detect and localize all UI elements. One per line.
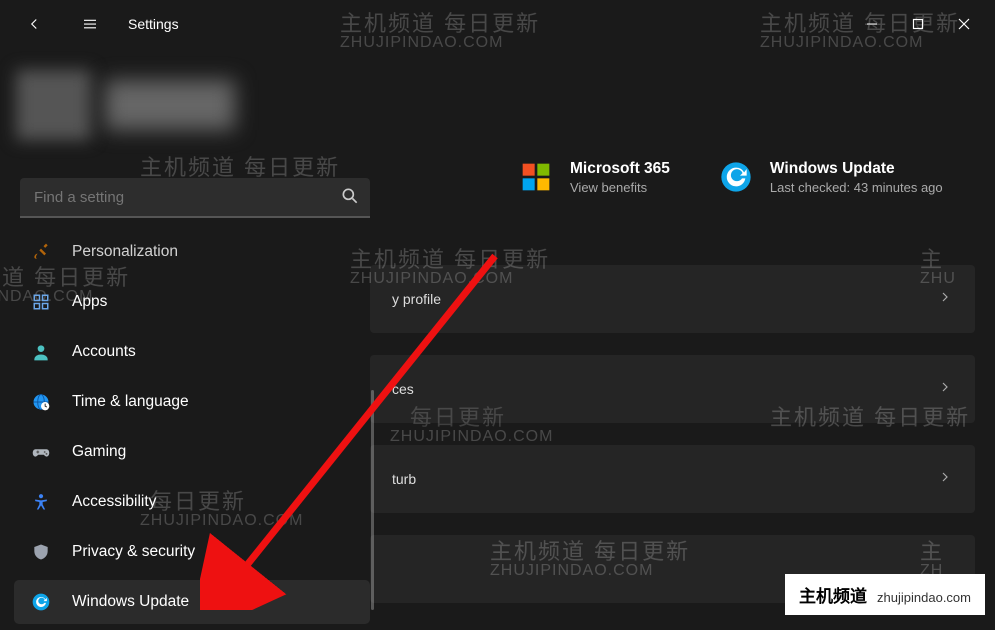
maximize-button[interactable] [895,6,941,42]
sidebar-item-accessibility[interactable]: Accessibility [14,480,370,524]
maximize-icon [912,18,924,30]
hamburger-icon [81,15,99,33]
titlebar: Settings [0,0,995,48]
brush-icon [30,241,52,263]
search-wrap [20,178,370,218]
apps-icon [30,291,52,313]
update-icon [30,591,52,613]
content-rows: y profile ces turb [370,265,975,603]
sidebar: Personalization Apps Accounts Time & lan… [14,230,370,630]
close-button[interactable] [941,6,987,42]
back-button[interactable] [16,6,52,42]
close-icon [958,18,970,30]
sidebar-item-privacy[interactable]: Privacy & security [14,530,370,574]
microsoft-logo-icon [520,161,554,195]
sidebar-item-personalization[interactable]: Personalization [14,230,370,274]
row-label: ces [392,381,414,397]
sidebar-item-time-language[interactable]: Time & language [14,380,370,424]
chevron-right-icon [937,379,953,400]
profile-area[interactable] [16,60,276,150]
page-title: Settings [128,16,179,32]
footer-en: zhujipindao.com [877,590,971,605]
tile-subtitle: View benefits [570,180,670,195]
arrow-left-icon [25,15,43,33]
sidebar-item-windows-update[interactable]: Windows Update [14,580,370,624]
settings-row[interactable]: ces [370,355,975,423]
profile-name [105,80,235,130]
settings-row[interactable]: turb [370,445,975,513]
tile-subtitle: Last checked: 43 minutes ago [770,180,943,195]
sidebar-item-label: Time & language [72,393,189,411]
minimize-icon [866,18,878,30]
tile-row: Microsoft 365 View benefits Windows Upda… [370,150,975,225]
footer-credit: 主机频道 zhujipindao.com [785,574,985,615]
tile-title: Windows Update [770,160,943,178]
sidebar-item-label: Accessibility [72,493,156,511]
avatar [16,70,91,140]
sidebar-item-gaming[interactable]: Gaming [14,430,370,474]
sidebar-item-apps[interactable]: Apps [14,280,370,324]
sidebar-item-label: Gaming [72,443,126,461]
gamepad-icon [30,441,52,463]
update-icon [720,161,754,195]
minimize-button[interactable] [849,6,895,42]
tile-windows-update[interactable]: Windows Update Last checked: 43 minutes … [720,160,943,195]
settings-row[interactable]: y profile [370,265,975,333]
sidebar-item-label: Apps [72,293,107,311]
tile-microsoft-365[interactable]: Microsoft 365 View benefits [520,160,670,195]
chevron-right-icon [937,469,953,490]
sidebar-item-label: Windows Update [72,593,189,611]
accessibility-icon [30,491,52,513]
sidebar-item-label: Privacy & security [72,543,195,561]
row-label: turb [392,471,416,487]
menu-button[interactable] [72,6,108,42]
sidebar-item-label: Personalization [72,243,178,261]
footer-cn: 主机频道 [799,582,867,607]
tile-title: Microsoft 365 [570,160,670,178]
search-icon [340,186,360,211]
sidebar-item-accounts[interactable]: Accounts [14,330,370,374]
search-input[interactable] [20,178,370,218]
content: Microsoft 365 View benefits Windows Upda… [370,150,975,603]
chevron-right-icon [937,289,953,310]
sidebar-item-label: Accounts [72,343,136,361]
person-icon [30,341,52,363]
row-label: y profile [392,291,441,307]
shield-icon [30,541,52,563]
globe-icon [30,391,52,413]
